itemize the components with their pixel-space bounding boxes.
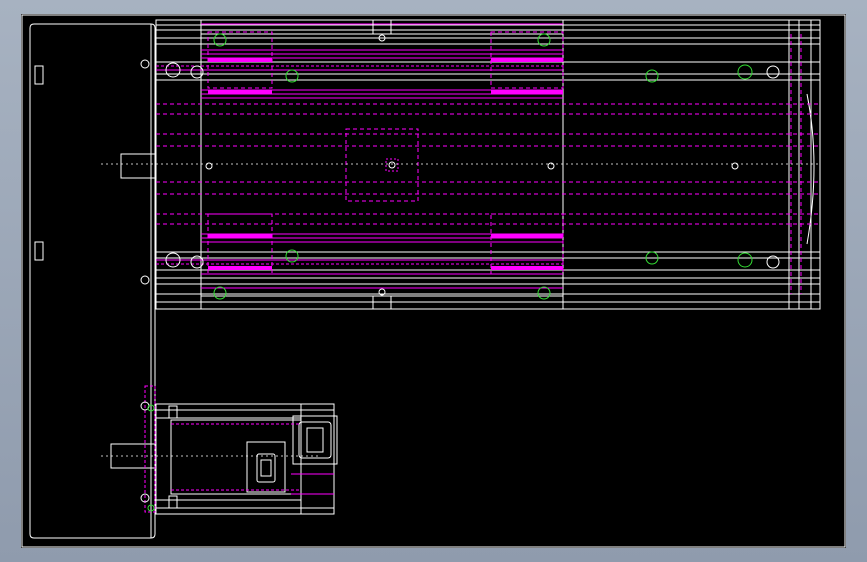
carriage-plate bbox=[200, 19, 564, 310]
motor-housing bbox=[155, 403, 338, 515]
motor-body bbox=[29, 23, 156, 539]
cad-viewport bbox=[0, 0, 867, 562]
hidden-lines-top bbox=[156, 23, 820, 294]
cad-drawing bbox=[21, 14, 846, 548]
rail-ticks bbox=[372, 20, 392, 309]
drawing-canvas[interactable] bbox=[21, 14, 846, 548]
linear-rail-assembly bbox=[101, 19, 821, 310]
motor-hidden-lines bbox=[144, 385, 334, 513]
connector-icon bbox=[256, 453, 276, 483]
